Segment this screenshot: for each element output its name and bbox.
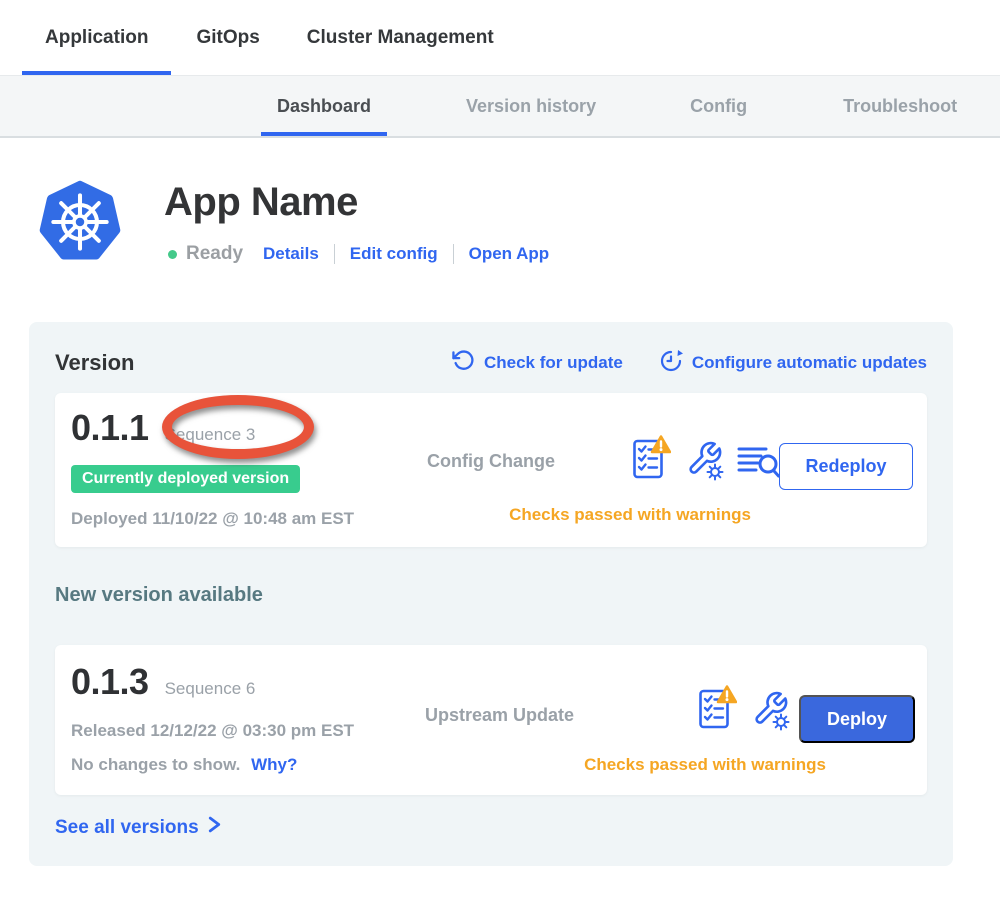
ready-status-dot bbox=[168, 250, 177, 259]
see-all-versions-label: See all versions bbox=[55, 817, 199, 839]
kubernetes-logo bbox=[38, 180, 122, 264]
diff-logs-icon[interactable] bbox=[737, 444, 781, 485]
see-all-versions-link[interactable]: See all versions bbox=[55, 816, 221, 839]
current-version-info: 0.1.1 Sequence 3 Currently deployed vers… bbox=[71, 407, 354, 529]
no-changes-row: No changes to show. Why? bbox=[71, 755, 354, 775]
app-status-row: Ready Details Edit config Open App bbox=[168, 243, 549, 265]
new-version-heading: New version available bbox=[55, 584, 263, 607]
divider bbox=[334, 244, 335, 264]
available-version-sequence: Sequence 6 bbox=[165, 679, 256, 699]
check-for-update-link[interactable]: Check for update bbox=[452, 349, 623, 377]
app-sub-nav: Dashboard Version history Config Trouble… bbox=[0, 76, 1000, 138]
chevron-right-icon bbox=[208, 816, 221, 839]
deployed-timestamp: Deployed 11/10/22 @ 10:48 am EST bbox=[71, 509, 354, 529]
available-version-card: 0.1.3 Sequence 6 Released 12/12/22 @ 03:… bbox=[55, 645, 927, 795]
source-type-label: Upstream Update bbox=[425, 705, 574, 726]
available-version-number: 0.1.3 bbox=[71, 661, 149, 703]
tab-version-history[interactable]: Version history bbox=[466, 76, 596, 136]
config-wrench-icon[interactable] bbox=[684, 435, 724, 486]
current-version-card: 0.1.1 Sequence 3 Currently deployed vers… bbox=[55, 393, 927, 547]
tab-troubleshoot[interactable]: Troubleshoot bbox=[843, 76, 957, 136]
open-app-link[interactable]: Open App bbox=[469, 244, 550, 264]
source-type-label: Config Change bbox=[427, 451, 555, 472]
no-changes-text: No changes to show. bbox=[71, 755, 240, 774]
tab-application[interactable]: Application bbox=[22, 0, 171, 75]
status-label: Ready bbox=[186, 243, 243, 265]
divider bbox=[453, 244, 454, 264]
refresh-icon bbox=[452, 349, 475, 377]
check-for-update-label: Check for update bbox=[484, 353, 623, 373]
deploy-button[interactable]: Deploy bbox=[799, 695, 915, 743]
redeploy-button[interactable]: Redeploy bbox=[779, 443, 913, 490]
version-panel-header: Version Check for update bbox=[55, 348, 927, 377]
configure-automatic-updates-label: Configure automatic updates bbox=[692, 353, 927, 373]
version-check-icons bbox=[697, 685, 790, 736]
released-timestamp: Released 12/12/22 @ 03:30 pm EST bbox=[71, 721, 354, 741]
configure-automatic-updates-link[interactable]: Configure automatic updates bbox=[659, 348, 927, 377]
tab-cluster-management[interactable]: Cluster Management bbox=[307, 0, 494, 75]
tab-config[interactable]: Config bbox=[690, 76, 747, 136]
checks-status-text: Checks passed with warnings bbox=[435, 505, 825, 525]
current-version-number: 0.1.1 bbox=[71, 407, 149, 449]
version-check-icons bbox=[631, 435, 781, 486]
app-nav: Application GitOps Cluster Management bbox=[0, 0, 1000, 76]
tab-dashboard[interactable]: Dashboard bbox=[261, 76, 387, 136]
preflight-checklist-warning-icon[interactable] bbox=[631, 435, 671, 486]
why-link[interactable]: Why? bbox=[251, 755, 297, 774]
currently-deployed-badge: Currently deployed version bbox=[71, 465, 300, 493]
available-version-info: 0.1.3 Sequence 6 Released 12/12/22 @ 03:… bbox=[71, 661, 354, 775]
config-wrench-icon[interactable] bbox=[750, 685, 790, 736]
page-title: App Name bbox=[164, 180, 358, 225]
schedule-icon bbox=[659, 348, 683, 377]
tab-gitops[interactable]: GitOps bbox=[196, 0, 259, 75]
edit-config-link[interactable]: Edit config bbox=[350, 244, 438, 264]
version-panel-title: Version bbox=[55, 350, 134, 376]
preflight-checklist-warning-icon[interactable] bbox=[697, 685, 737, 736]
version-panel-actions: Check for update Configure automatic upd… bbox=[452, 348, 927, 377]
details-link[interactable]: Details bbox=[263, 244, 319, 264]
current-version-sequence: Sequence 3 bbox=[165, 425, 256, 445]
version-panel: Version Check for update bbox=[29, 322, 953, 866]
checks-status-text: Checks passed with warnings bbox=[535, 755, 875, 775]
